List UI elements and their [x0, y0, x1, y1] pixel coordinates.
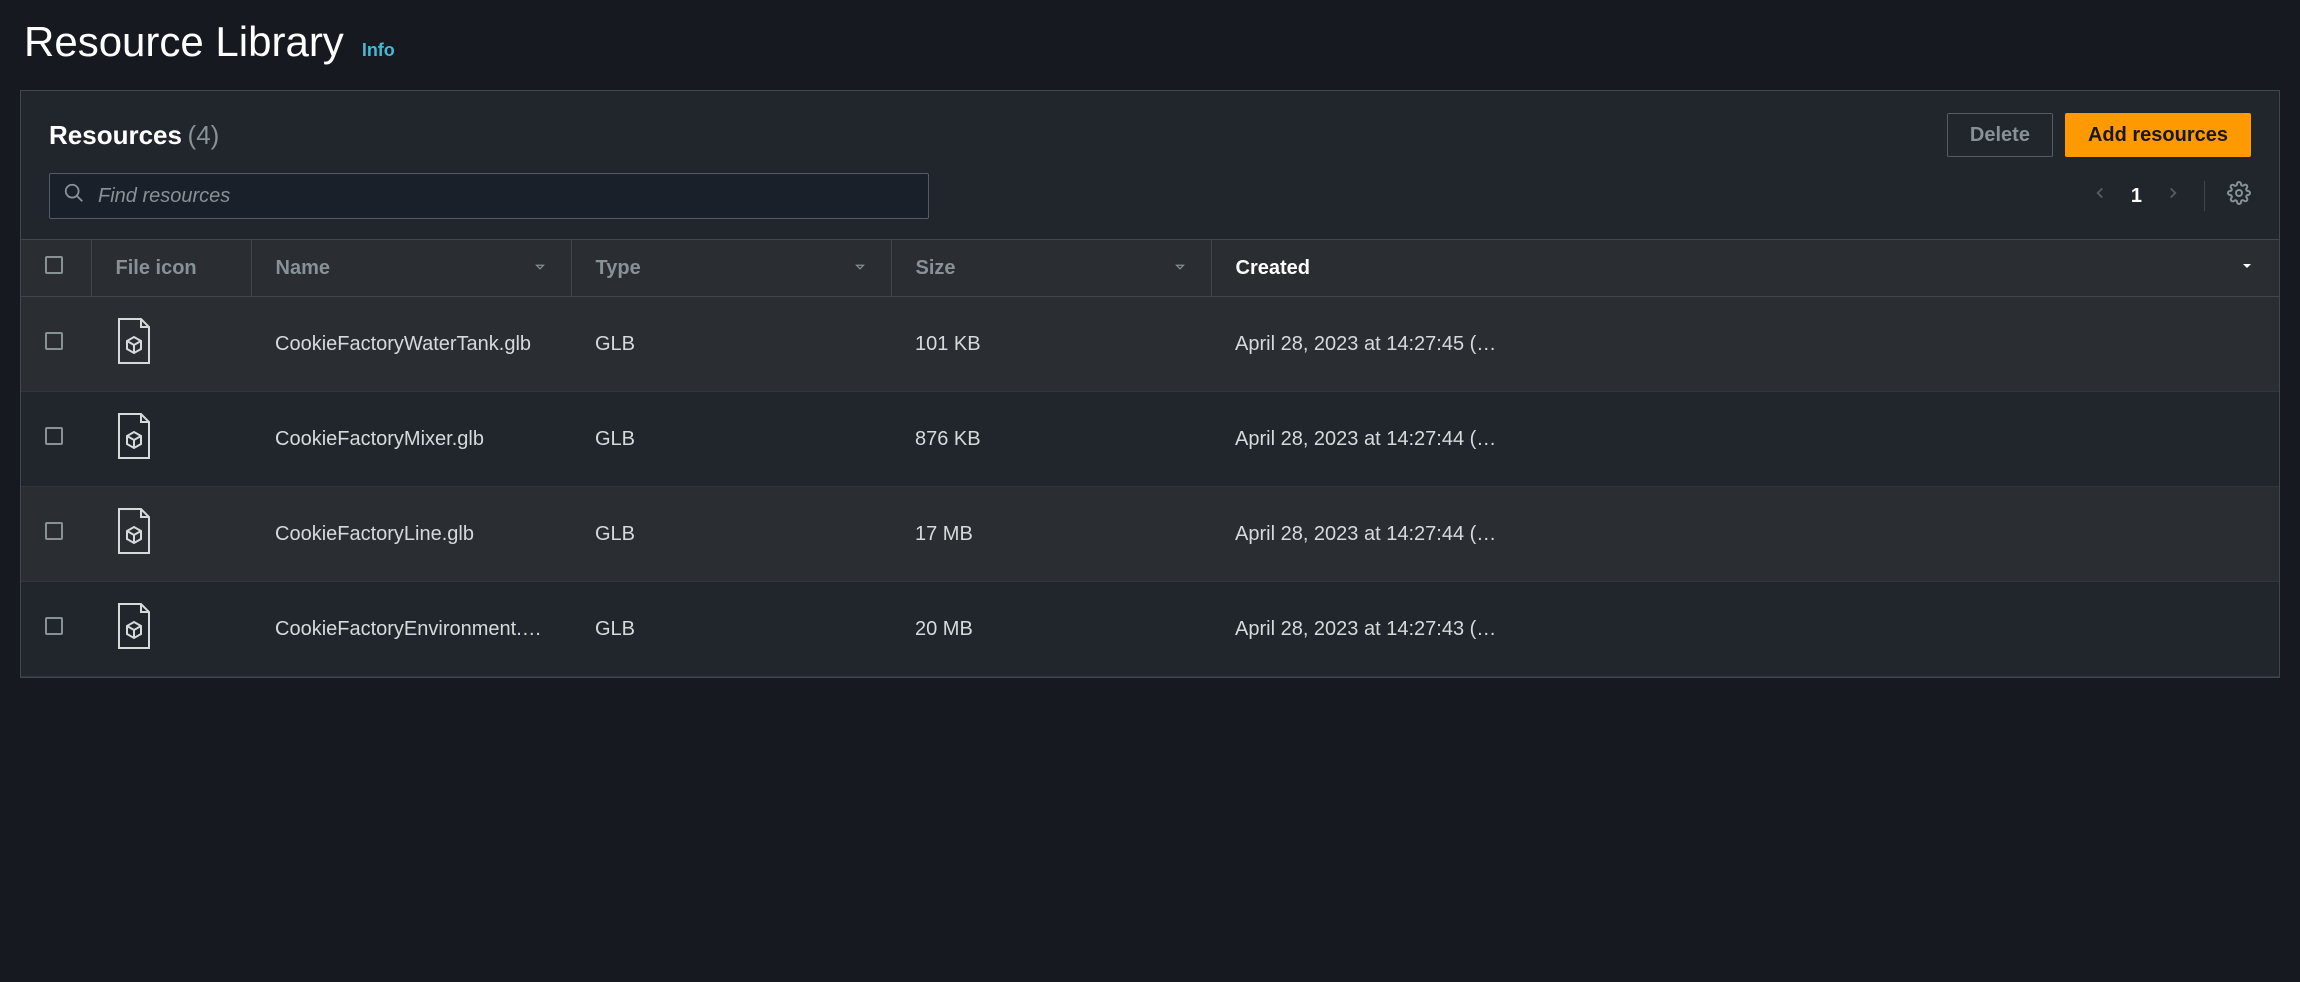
- page-title: Resource Library: [24, 18, 344, 66]
- resource-created: April 28, 2023 at 14:27:44 (…: [1211, 392, 2279, 487]
- add-resources-button[interactable]: Add resources: [2065, 113, 2251, 157]
- resource-type: GLB: [571, 392, 891, 487]
- col-size-label: Size: [916, 257, 956, 279]
- sort-indicator-icon: [853, 257, 867, 280]
- col-name-label: Name: [276, 257, 330, 279]
- resource-size: 17 MB: [891, 487, 1211, 582]
- file-icon: [115, 412, 153, 466]
- resource-size: 20 MB: [891, 582, 1211, 677]
- select-all-checkbox[interactable]: [45, 256, 63, 274]
- file-icon: [115, 507, 153, 561]
- col-type-label: Type: [596, 257, 641, 279]
- table-row[interactable]: CookieFactoryMixer.glb GLB 876 KB April …: [21, 392, 2279, 487]
- resource-name: CookieFactoryMixer.glb: [251, 392, 571, 487]
- resource-name: CookieFactoryLine.glb: [251, 487, 571, 582]
- divider: [2204, 181, 2205, 211]
- col-type[interactable]: Type: [571, 240, 891, 297]
- search-input[interactable]: [49, 173, 929, 219]
- info-link[interactable]: Info: [362, 40, 395, 61]
- row-checkbox[interactable]: [45, 427, 63, 445]
- resource-created: April 28, 2023 at 14:27:45 (…: [1211, 297, 2279, 392]
- resource-created: April 28, 2023 at 14:27:43 (…: [1211, 582, 2279, 677]
- table-row[interactable]: CookieFactoryWaterTank.glb GLB 101 KB Ap…: [21, 297, 2279, 392]
- resources-count: (4): [188, 120, 220, 150]
- sort-indicator-icon: [533, 257, 547, 280]
- table-row[interactable]: CookieFactoryLine.glb GLB 17 MB April 28…: [21, 487, 2279, 582]
- resource-type: GLB: [571, 297, 891, 392]
- delete-button[interactable]: Delete: [1947, 113, 2053, 157]
- table-row[interactable]: CookieFactoryEnvironment.… GLB 20 MB Apr…: [21, 582, 2279, 677]
- prev-page-button[interactable]: [2091, 184, 2109, 208]
- resource-created: April 28, 2023 at 14:27:44 (…: [1211, 487, 2279, 582]
- resource-type: GLB: [571, 582, 891, 677]
- col-created-label: Created: [1236, 257, 1310, 279]
- resources-table: File icon Name Type Size: [21, 239, 2279, 677]
- resources-title: Resources: [49, 120, 182, 150]
- col-file-icon[interactable]: File icon: [91, 240, 251, 297]
- resource-size: 876 KB: [891, 392, 1211, 487]
- row-checkbox[interactable]: [45, 617, 63, 635]
- row-checkbox[interactable]: [45, 332, 63, 350]
- search-icon: [63, 182, 85, 210]
- resource-type: GLB: [571, 487, 891, 582]
- file-icon: [115, 317, 153, 371]
- next-page-button[interactable]: [2164, 184, 2182, 208]
- resources-heading: Resources (4): [49, 120, 219, 151]
- col-name[interactable]: Name: [251, 240, 571, 297]
- resource-name: CookieFactoryWaterTank.glb: [251, 297, 571, 392]
- settings-button[interactable]: [2227, 181, 2251, 211]
- sort-indicator-icon: [1173, 257, 1187, 280]
- col-size[interactable]: Size: [891, 240, 1211, 297]
- page-number: 1: [2131, 185, 2142, 208]
- row-checkbox[interactable]: [45, 522, 63, 540]
- file-icon: [115, 602, 153, 656]
- col-file-icon-label: File icon: [116, 257, 197, 279]
- resource-name: CookieFactoryEnvironment.…: [251, 582, 571, 677]
- col-created[interactable]: Created: [1211, 240, 2279, 297]
- resources-panel: Resources (4) Delete Add resources 1: [20, 90, 2280, 678]
- resource-size: 101 KB: [891, 297, 1211, 392]
- sort-indicator-icon: [2239, 257, 2255, 280]
